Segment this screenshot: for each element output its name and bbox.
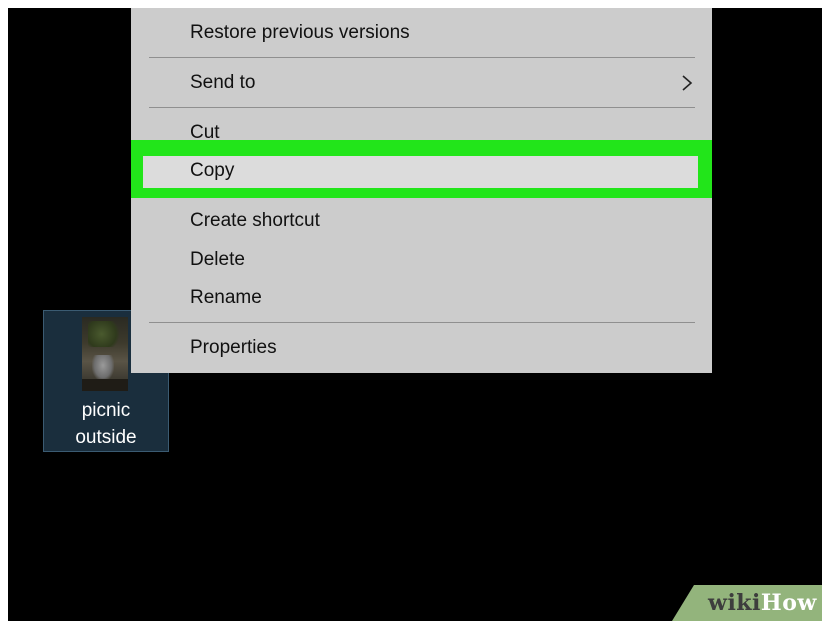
menu-separator [149, 57, 695, 58]
menu-item-rename[interactable]: Rename [131, 279, 712, 317]
watermark-wiki: wiki [708, 590, 761, 616]
menu-item-label: Rename [190, 287, 262, 308]
menu-item-delete[interactable]: Delete [131, 241, 712, 279]
watermark-text: wikiHow [708, 589, 817, 617]
image-file-icon [82, 317, 128, 391]
menu-item-create-shortcut[interactable]: Create shortcut [131, 202, 712, 240]
menu-item-label: Copy [190, 160, 235, 181]
menu-item-send-to[interactable]: Send to [131, 64, 712, 102]
file-label-line2: outside [75, 427, 137, 448]
file-label: picnic outside [44, 397, 168, 451]
menu-item-label: Properties [190, 337, 277, 358]
menu-separator [149, 107, 695, 108]
menu-item-label: Send to [190, 72, 256, 93]
file-label-line1: picnic [81, 400, 131, 421]
context-menu: Restore previous versions Send to Cut Co… [131, 8, 712, 373]
menu-item-label: Create shortcut [190, 210, 320, 231]
menu-item-copy[interactable]: Copy [143, 156, 698, 188]
desktop: picnic outside Restore previous versions… [8, 8, 822, 621]
menu-item-label: Restore previous versions [190, 22, 410, 43]
watermark-how: How [760, 590, 817, 616]
chevron-right-icon [682, 75, 693, 91]
wikihow-watermark: wikiHow [672, 585, 822, 621]
menu-item-restore-previous-versions[interactable]: Restore previous versions [131, 14, 712, 52]
menu-separator [149, 322, 695, 323]
menu-item-label: Delete [190, 249, 245, 270]
menu-item-properties[interactable]: Properties [131, 329, 712, 367]
